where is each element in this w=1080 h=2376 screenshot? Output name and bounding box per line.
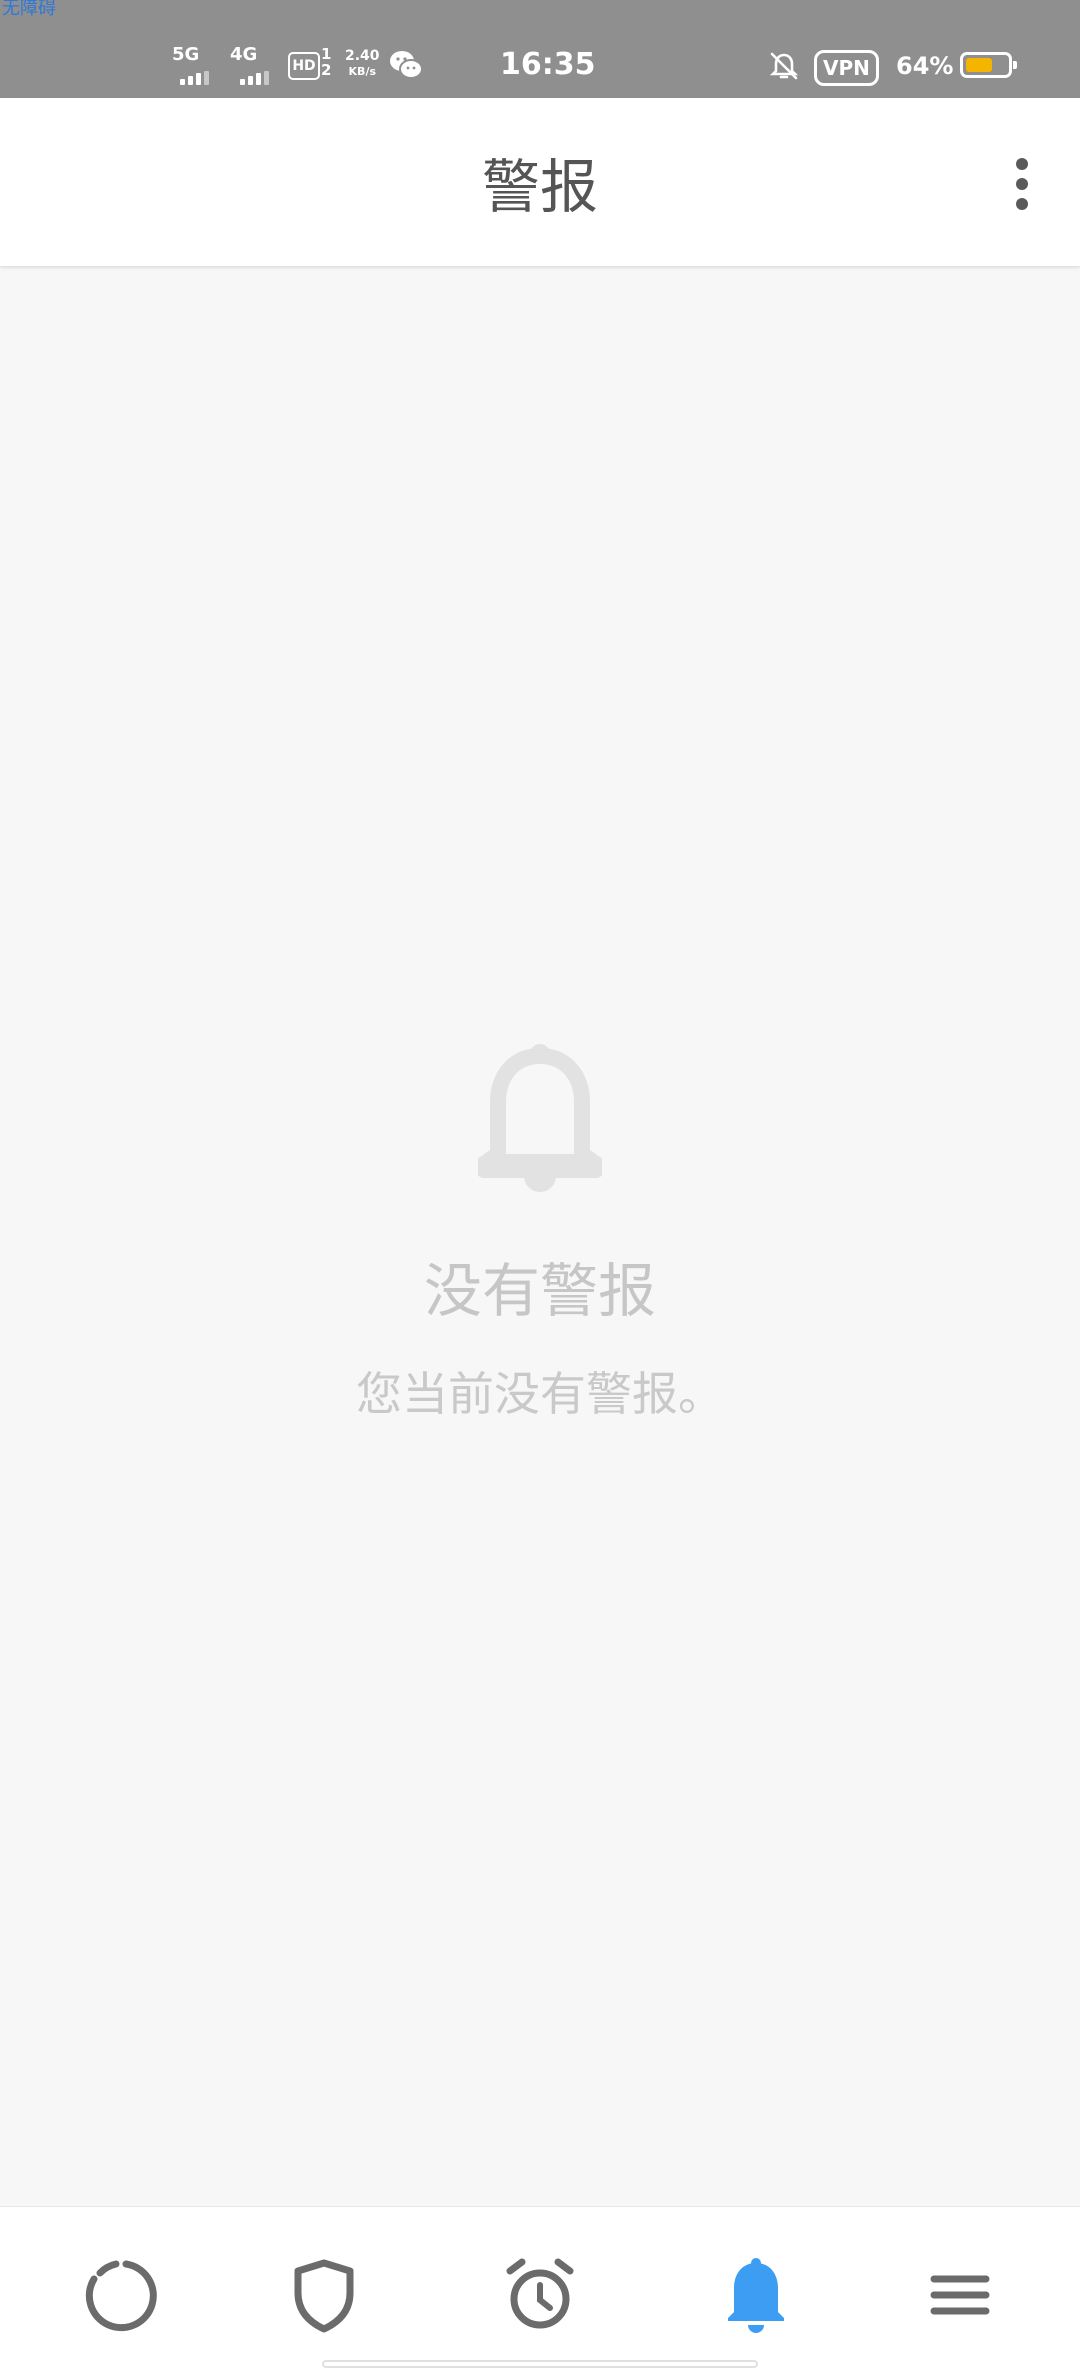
wechat-icon [390, 51, 423, 79]
more-vertical-icon[interactable] [1004, 154, 1040, 214]
mute-bell-icon [769, 52, 799, 80]
empty-state-subtitle: 您当前没有警报。 [356, 1367, 724, 1421]
battery-nub [1013, 61, 1017, 69]
network-speed-value: 2.40 [345, 48, 380, 64]
hd-voice-icon: HD [288, 52, 320, 80]
battery-icon [960, 52, 1017, 78]
nav-alerts-bell-icon[interactable] [716, 2255, 796, 2335]
nav-protection-shield-icon[interactable] [284, 2255, 364, 2335]
home-indicator[interactable] [322, 2360, 758, 2368]
nav-dashboard-circle-progress-icon[interactable] [80, 2255, 160, 2335]
battery-percent: 64% [896, 52, 954, 80]
hd-sim-indicator: 1 2 [321, 45, 332, 79]
nav-schedule-alarm-clock-icon[interactable] [500, 2255, 580, 2335]
page-title: 警报 [481, 153, 598, 221]
empty-state-title: 没有警报 [423, 1257, 656, 1325]
screen: 无障碍 5G 4G HD 1 2 2.40 KB/s 16:35 VPN 64% [0, 0, 1080, 2376]
clock: 16:35 [500, 47, 596, 82]
signal-4g-bars-icon [240, 66, 272, 85]
empty-state: 没有警报 您当前没有警报。 [0, 1040, 1080, 1422]
app-bar: 警报 [0, 98, 1080, 266]
network-speed-unit: KB/s [348, 65, 377, 78]
vpn-badge: VPN [814, 50, 879, 86]
nav-menu-hamburger-icon[interactable] [920, 2255, 1000, 2335]
accessibility-label: 无障碍 [2, 0, 56, 19]
signal-5g-label: 5G [172, 44, 200, 65]
bell-icon [478, 1044, 602, 1192]
battery-level-fill [966, 58, 992, 72]
signal-4g-label: 4G [230, 44, 258, 65]
bottom-nav [0, 2206, 1080, 2376]
status-bar: 无障碍 5G 4G HD 1 2 2.40 KB/s 16:35 VPN 64% [0, 0, 1080, 98]
signal-5g-bars-icon [180, 66, 212, 85]
network-speed: 2.40 KB/s [345, 48, 380, 80]
